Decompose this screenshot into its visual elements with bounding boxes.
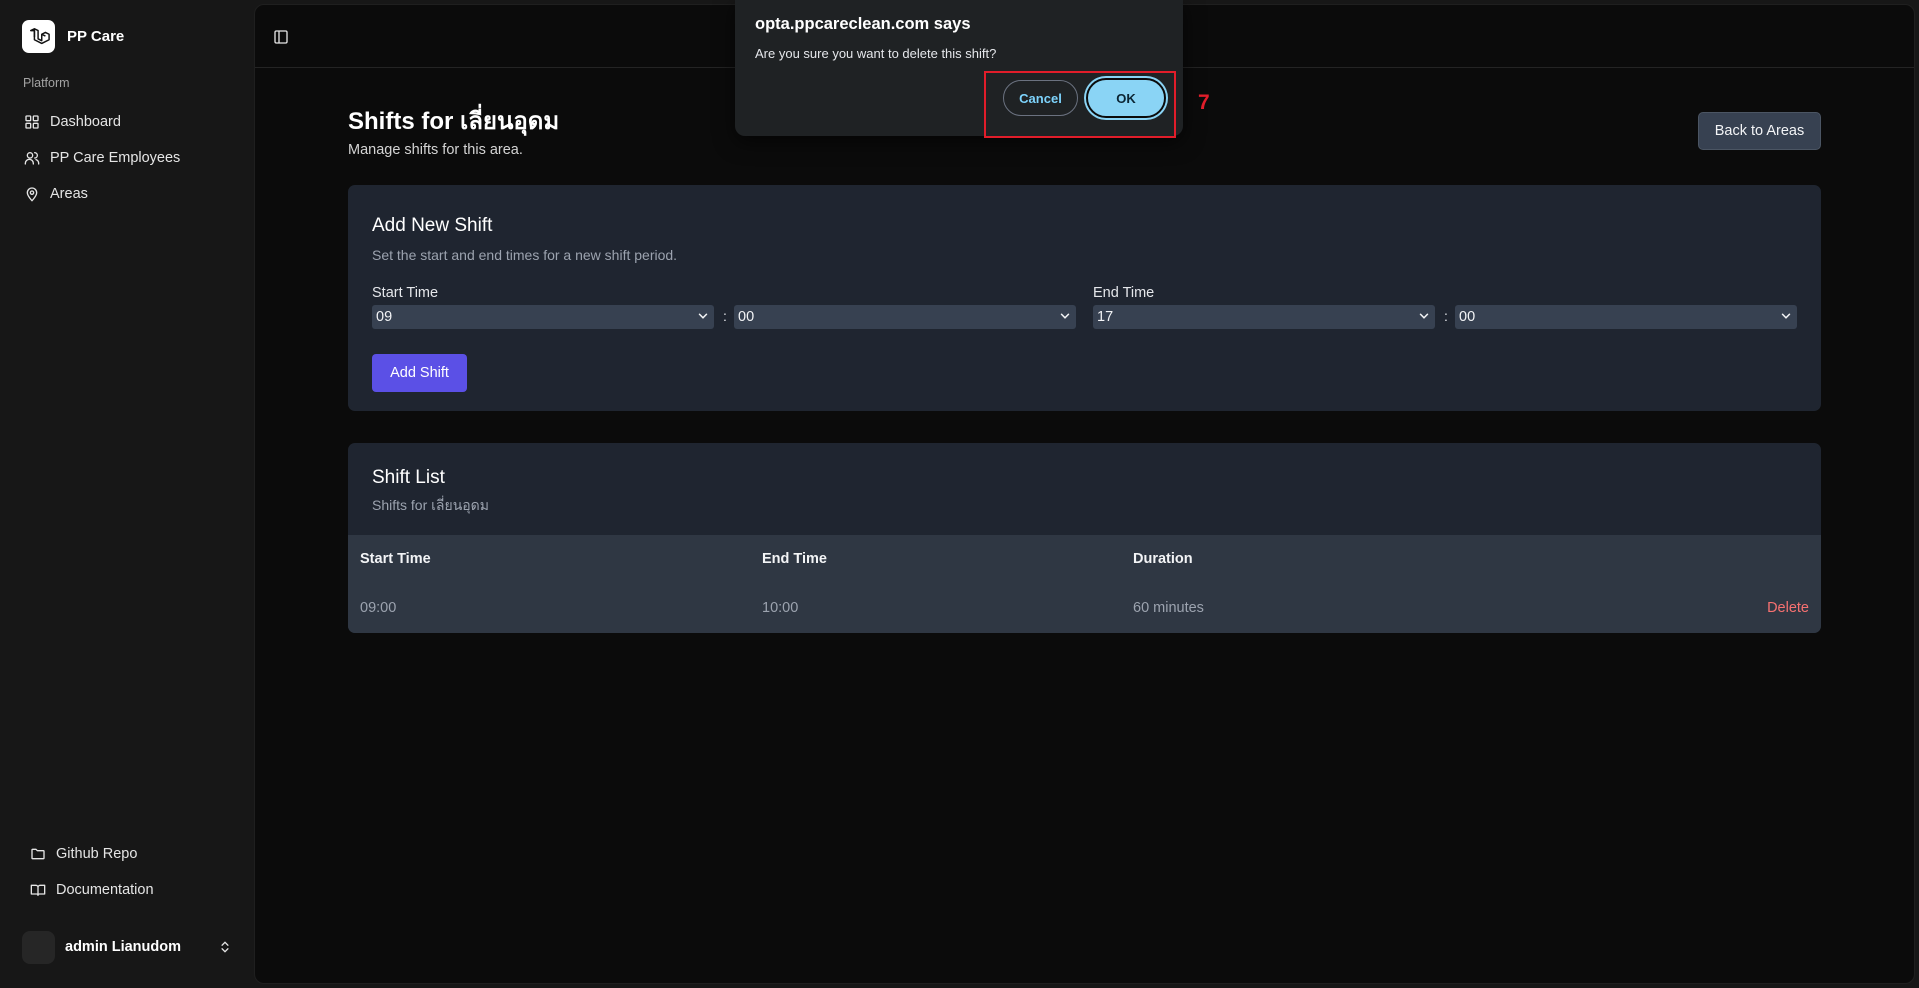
annotation-highlight-box <box>984 71 1176 138</box>
chevron-down-icon <box>1419 313 1429 319</box>
chevron-down-icon <box>1060 313 1070 319</box>
start-time-label: Start Time <box>372 285 439 301</box>
folder-icon <box>31 848 45 860</box>
sidebar-item-dashboard[interactable]: Dashboard <box>22 104 242 140</box>
dialog-title: opta.ppcareclean.com says <box>755 15 971 33</box>
sidebar-item-label: Areas <box>50 186 88 202</box>
sidebar-nav: Dashboard PP Care Employees Areas <box>22 104 242 212</box>
grid-icon <box>25 115 39 129</box>
time-separator: : <box>1444 308 1448 324</box>
add-shift-title: Add New Shift <box>372 215 493 236</box>
chevron-down-icon <box>698 313 708 319</box>
main-panel: Shifts for เลี่ยนอุดม Manage shifts for … <box>254 4 1915 984</box>
start-hour-value: 09 <box>376 309 393 325</box>
table-header: Start Time End Time Duration <box>348 535 1821 585</box>
avatar <box>22 930 55 964</box>
page-title: Shifts for เลี่ยนอุดม <box>348 108 560 135</box>
sidebar-item-areas[interactable]: Areas <box>22 176 242 212</box>
cell-end-time: 10:00 <box>762 600 799 616</box>
panel-left-icon <box>274 30 288 44</box>
chevron-down-icon <box>1781 313 1791 319</box>
add-shift-card: Add New Shift Set the start and end time… <box>348 185 1821 411</box>
add-shift-button[interactable]: Add Shift <box>372 354 467 392</box>
brand-name: PP Care <box>67 28 125 45</box>
documentation-label: Documentation <box>56 882 154 898</box>
add-shift-description: Set the start and end times for a new sh… <box>372 247 678 263</box>
user-name: admin Lianudom <box>65 939 181 955</box>
sidebar: PP Care Platform Dashboard PP Care Emplo… <box>0 0 254 988</box>
sidebar-footer-links: Github Repo Documentation <box>30 836 240 908</box>
sidebar-item-label: Dashboard <box>50 114 121 130</box>
github-repo-label: Github Repo <box>56 846 138 862</box>
delete-shift-link[interactable]: Delete <box>1767 600 1809 616</box>
nav-section-heading: Platform <box>23 76 70 90</box>
shift-list-title: Shift List <box>372 467 445 488</box>
book-icon <box>30 884 46 896</box>
cell-start-time: 09:00 <box>360 600 397 616</box>
sidebar-item-label: PP Care Employees <box>50 150 181 166</box>
documentation-link[interactable]: Documentation <box>30 872 240 908</box>
end-hour-value: 17 <box>1097 309 1114 325</box>
end-minute-select[interactable]: 00 <box>1455 305 1797 329</box>
start-minute-value: 00 <box>738 309 755 325</box>
column-header-end: End Time <box>762 551 827 567</box>
sidebar-item-employees[interactable]: PP Care Employees <box>22 140 242 176</box>
column-header-duration: Duration <box>1133 551 1193 567</box>
annotation-step-number: 7 <box>1198 91 1210 114</box>
back-to-areas-button[interactable]: Back to Areas <box>1698 112 1821 150</box>
dialog-message: Are you sure you want to delete this shi… <box>755 46 997 61</box>
shift-list-card: Shift List Shifts for เลี่ยนอุดม Start T… <box>348 443 1821 633</box>
cell-duration: 60 minutes <box>1133 600 1204 616</box>
brand[interactable]: PP Care <box>22 20 124 53</box>
sidebar-toggle-button[interactable] <box>273 29 289 50</box>
laravel-logo-icon <box>22 20 55 53</box>
column-header-start: Start Time <box>360 551 431 567</box>
end-hour-select[interactable]: 17 <box>1093 305 1435 329</box>
time-separator: : <box>723 308 727 324</box>
github-repo-link[interactable]: Github Repo <box>30 836 240 872</box>
end-time-label: End Time <box>1093 285 1155 301</box>
chevrons-up-down-icon <box>221 941 229 953</box>
map-pin-icon <box>26 187 38 202</box>
end-minute-value: 00 <box>1459 309 1476 325</box>
users-icon <box>24 152 40 165</box>
start-hour-select[interactable]: 09 <box>372 305 714 329</box>
user-menu[interactable]: admin Lianudom <box>22 930 232 964</box>
shift-list-subtitle: Shifts for เลี่ยนอุดม <box>372 497 489 513</box>
page-subtitle: Manage shifts for this area. <box>348 142 523 158</box>
start-minute-select[interactable]: 00 <box>734 305 1076 329</box>
table-row: 09:00 10:00 60 minutes Delete <box>348 585 1821 633</box>
